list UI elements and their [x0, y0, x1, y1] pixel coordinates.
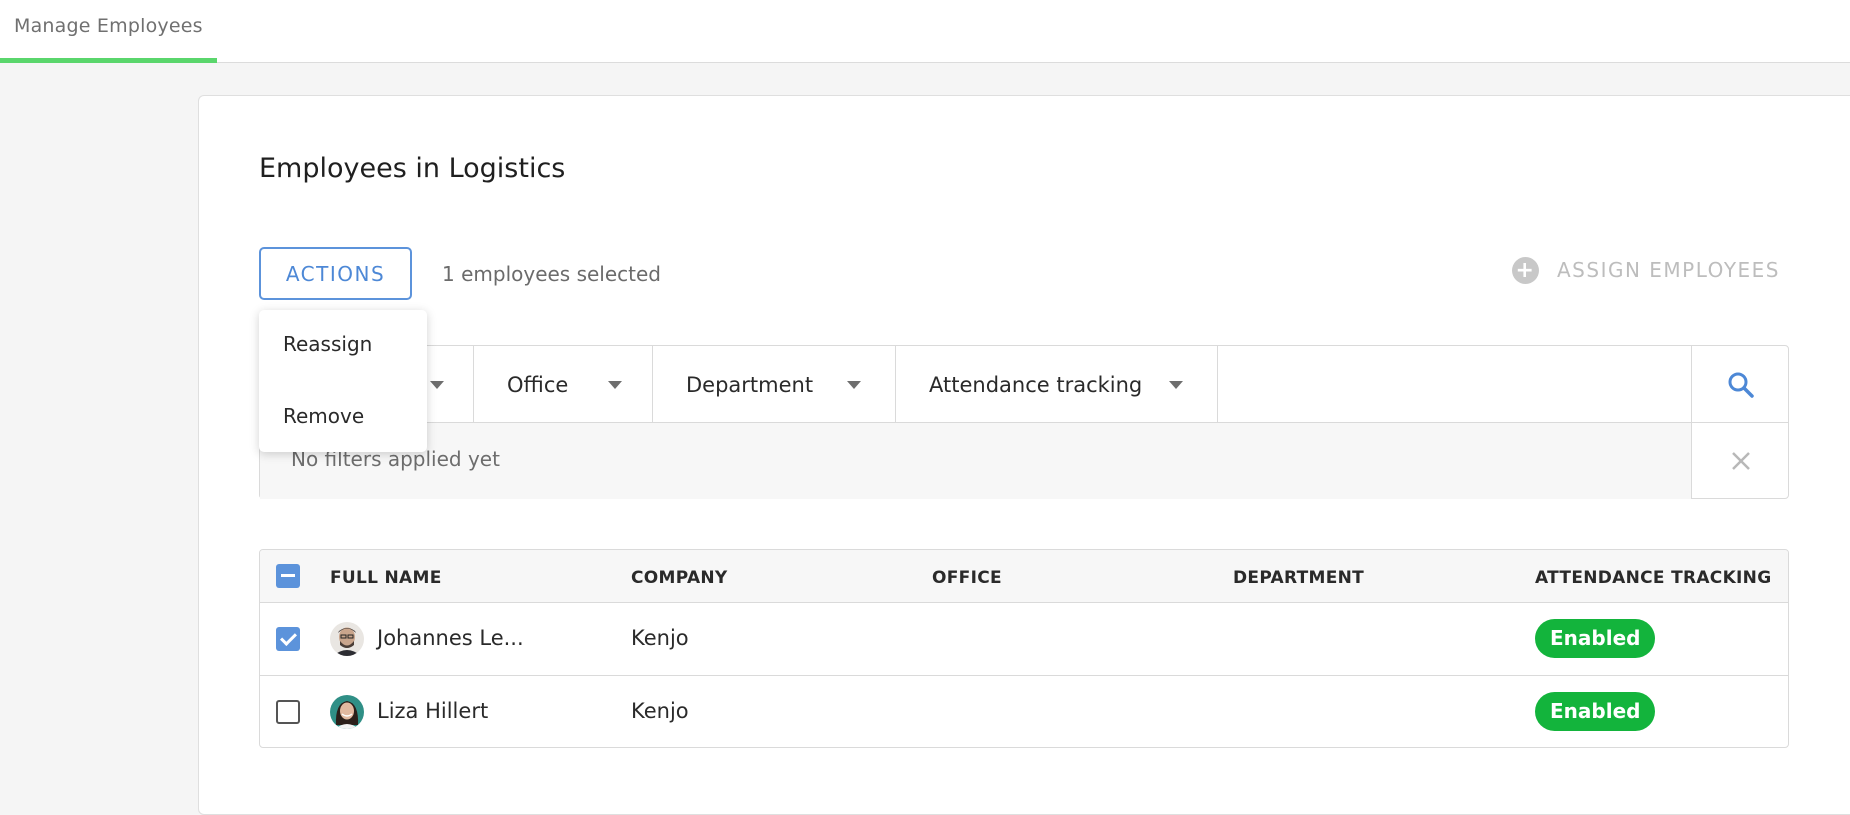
- header-company[interactable]: COMPANY: [631, 568, 728, 588]
- tab-manage-employees[interactable]: Manage Employees: [0, 0, 217, 63]
- employee-company: Kenjo: [631, 699, 689, 723]
- table-row[interactable]: Liza Hillert Kenjo Enabled: [260, 676, 1788, 747]
- table-row[interactable]: Johannes Le... Kenjo Enabled: [260, 603, 1788, 676]
- header-full-name[interactable]: FULL NAME: [330, 568, 442, 588]
- assign-employees-label: ASSIGN EMPLOYEES: [1557, 258, 1781, 282]
- actions-button-label: ACTIONS: [285, 261, 386, 286]
- caret-down-icon: [847, 381, 861, 389]
- avatar: [330, 622, 364, 656]
- table-header: FULL NAME COMPANY OFFICE DEPARTMENT ATTE…: [260, 550, 1788, 603]
- header-office[interactable]: OFFICE: [932, 568, 1002, 588]
- top-bar: Manage Employees: [0, 0, 1850, 63]
- active-tab-indicator: [0, 58, 217, 63]
- filter-department-dropdown[interactable]: Department: [653, 346, 896, 423]
- filter-panel: Office Department Attendance tracking No…: [259, 345, 1789, 499]
- header-attendance-tracking[interactable]: ATTENDANCE TRACKING: [1535, 568, 1771, 588]
- status-badge: Enabled: [1535, 619, 1656, 658]
- filter-attendance-dropdown[interactable]: Attendance tracking: [896, 346, 1218, 423]
- employees-table: FULL NAME COMPANY OFFICE DEPARTMENT ATTE…: [259, 549, 1789, 748]
- close-icon: [1731, 452, 1750, 470]
- search-button[interactable]: [1692, 346, 1789, 423]
- actions-dropdown-menu: Reassign Remove: [259, 310, 427, 452]
- search-icon: [1728, 372, 1754, 398]
- selected-count-text: 1 employees selected: [442, 262, 662, 286]
- plus-circle-icon: +: [1512, 256, 1539, 284]
- clear-filters-button[interactable]: [1692, 423, 1789, 499]
- tab-label: Manage Employees: [14, 15, 203, 37]
- row-checkbox[interactable]: [276, 627, 300, 651]
- row-checkbox[interactable]: [276, 700, 300, 724]
- select-all-checkbox[interactable]: [276, 564, 300, 588]
- menu-item-remove[interactable]: Remove: [283, 404, 364, 428]
- filter-search-input[interactable]: [1218, 346, 1692, 423]
- actions-button[interactable]: ACTIONS: [259, 247, 412, 300]
- employee-name[interactable]: Johannes Le...: [377, 626, 524, 650]
- menu-item-reassign[interactable]: Reassign: [283, 332, 372, 356]
- avatar: [330, 695, 364, 729]
- filter-status-bar: No filters applied yet: [260, 423, 1692, 499]
- employee-company: Kenjo: [631, 626, 689, 650]
- header-department[interactable]: DEPARTMENT: [1233, 568, 1364, 588]
- assign-employees-button[interactable]: + ASSIGN EMPLOYEES: [1512, 255, 1780, 285]
- caret-down-icon: [430, 381, 444, 389]
- status-badge: Enabled: [1535, 692, 1656, 731]
- filter-office-label: Office: [507, 372, 569, 397]
- filter-office-dropdown[interactable]: Office: [474, 346, 653, 423]
- filter-attendance-label: Attendance tracking: [929, 372, 1143, 397]
- caret-down-icon: [1169, 381, 1183, 389]
- page-title: Employees in Logistics: [259, 153, 566, 184]
- caret-down-icon: [608, 381, 622, 389]
- employee-name[interactable]: Liza Hillert: [377, 699, 488, 723]
- filter-row: Office Department Attendance tracking: [260, 346, 1788, 423]
- filter-department-label: Department: [686, 372, 814, 397]
